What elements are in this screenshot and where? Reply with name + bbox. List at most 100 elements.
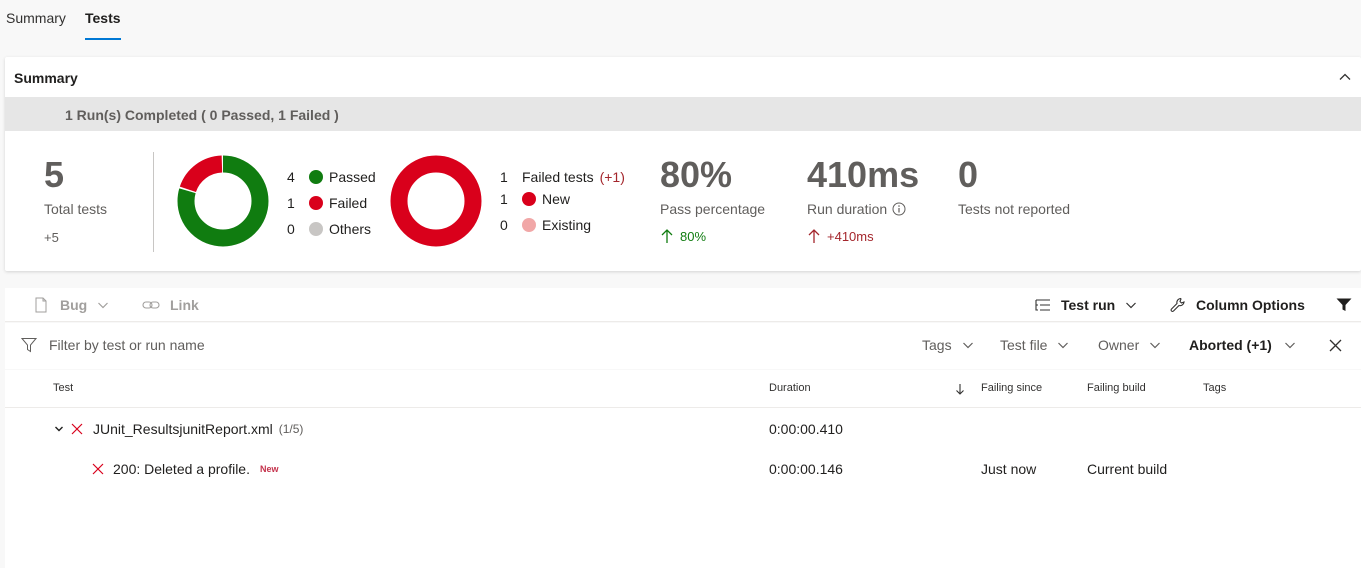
legend-failed: 1 Failed <box>287 195 367 211</box>
pass-percentage-delta: 80% <box>680 228 707 244</box>
document-icon <box>35 297 47 313</box>
chevron-up-icon <box>1339 73 1351 80</box>
failed-dot-icon <box>309 196 323 210</box>
link-label: Link <box>170 297 199 313</box>
bug-label: Bug <box>60 297 88 313</box>
collapse-button[interactable] <box>1335 67 1355 87</box>
page-tabs: Summary Tests <box>0 0 1361 44</box>
total-tests-value: 5 <box>44 154 65 195</box>
filter-solid-icon <box>1336 298 1352 311</box>
sort-descending-icon-wrap[interactable] <box>955 383 965 395</box>
chevron-down-icon <box>962 342 973 349</box>
failed-count: 1 <box>287 195 295 211</box>
wrench-icon <box>1170 297 1185 312</box>
table-row[interactable]: 200: Deleted a profile. New <box>92 461 279 477</box>
outcome-filter-dropdown[interactable]: Aborted (+1) <box>1189 337 1296 353</box>
test-results-table: Test Duration Failing since Failing buil… <box>5 370 1361 568</box>
existing-label: Existing <box>542 217 592 233</box>
not-reported-value: 0 <box>958 154 979 195</box>
chevron-down-icon <box>1058 342 1069 349</box>
results-toolbar: Bug Link Test run Column Options <box>5 288 1361 322</box>
test-duration: 0:00:00.146 <box>769 461 843 477</box>
column-options-label: Column Options <box>1196 297 1305 313</box>
chevron-down-icon <box>1126 302 1137 309</box>
active-tab-indicator <box>85 38 121 40</box>
run-duration-value: 410ms <box>807 154 920 195</box>
test-run-dropdown[interactable]: Test run <box>1035 297 1137 313</box>
chevron-down-icon <box>1284 342 1295 349</box>
run-duration-delta-group: +410ms <box>807 228 874 244</box>
group-count: (1/5) <box>278 422 304 436</box>
table-group-row[interactable]: JUnit_ResultsjunitReport.xml (1/5) <box>54 421 303 437</box>
column-header-failing-since[interactable]: Failing since <box>981 382 1042 394</box>
test-failing-build: Current build <box>1087 461 1168 477</box>
legend-passed: 4 Passed <box>287 169 376 185</box>
column-options-button[interactable]: Column Options <box>1170 297 1305 313</box>
new-count: 1 <box>500 191 508 207</box>
filter-search-input[interactable]: Filter by test or run name <box>21 337 205 353</box>
filter-search-placeholder: Filter by test or run name <box>49 337 205 353</box>
link-icon <box>142 301 160 309</box>
legend-failed-tests: 1 Failed tests (+1) <box>500 169 625 185</box>
total-tests-delta: +5 <box>44 230 59 245</box>
tags-filter-dropdown[interactable]: Tags <box>922 337 974 353</box>
passed-label: Passed <box>329 169 376 185</box>
clear-filters-button[interactable] <box>1329 339 1342 352</box>
others-dot-icon <box>309 222 323 236</box>
test-file-filter-label: Test file <box>1000 337 1048 353</box>
column-header-tags[interactable]: Tags <box>1203 382 1226 394</box>
run-status-banner: 1 Run(s) Completed ( 0 Passed, 1 Failed … <box>5 97 1361 131</box>
donut-segment-new <box>390 155 482 247</box>
run-duration-label: Run duration <box>807 201 888 217</box>
filter-bar: Filter by test or run name Tags Test fil… <box>5 323 1361 369</box>
column-header-duration[interactable]: Duration <box>769 382 811 394</box>
arrow-down-icon <box>956 384 964 395</box>
existing-dot-icon <box>522 218 536 232</box>
close-icon <box>1329 339 1342 352</box>
table-header-divider <box>5 407 1361 408</box>
tags-filter-label: Tags <box>922 337 952 353</box>
failed-label: Failed <box>329 195 368 211</box>
chevron-down-icon <box>1150 342 1161 349</box>
filter-toggle-button[interactable] <box>1336 298 1352 312</box>
owner-filter-label: Owner <box>1098 337 1140 353</box>
new-badge: New <box>259 464 279 474</box>
new-dot-icon <box>522 192 536 206</box>
summary-card: Summary 1 Run(s) Completed ( 0 Passed, 1… <box>5 57 1361 271</box>
group-by-icon <box>1035 299 1050 311</box>
test-file-filter-dropdown[interactable]: Test file <box>1000 337 1069 353</box>
bug-button[interactable]: Bug <box>34 297 109 313</box>
others-count: 0 <box>287 221 295 237</box>
info-icon[interactable] <box>892 202 906 216</box>
total-tests-label: Total tests <box>44 201 108 217</box>
not-reported-label: Tests not reported <box>958 201 1071 217</box>
failed-tests-count: 1 <box>500 169 508 185</box>
failed-x-icon <box>71 423 83 435</box>
existing-count: 0 <box>500 217 508 233</box>
passed-dot-icon <box>309 170 323 184</box>
passed-count: 4 <box>287 169 295 185</box>
summary-title: Summary <box>14 70 78 86</box>
owner-filter-dropdown[interactable]: Owner <box>1098 337 1161 353</box>
failed-x-icon <box>92 463 104 475</box>
tab-tests[interactable]: Tests <box>85 10 121 26</box>
legend-existing: 0 Existing <box>500 217 591 233</box>
pass-percentage-delta-group: 80% <box>660 228 706 244</box>
legend-others: 0 Others <box>287 221 371 237</box>
link-button[interactable]: Link <box>142 297 199 313</box>
outcome-donut-chart <box>177 155 269 247</box>
filter-icon <box>21 338 37 353</box>
failed-tests-donut-chart <box>390 155 482 247</box>
new-label: New <box>542 191 571 207</box>
arrow-up-icon <box>661 229 673 243</box>
summary-divider <box>153 152 154 252</box>
run-duration-label-group: Run duration <box>807 201 906 217</box>
tab-summary[interactable]: Summary <box>6 10 66 26</box>
others-label: Others <box>329 221 372 237</box>
chevron-down-icon[interactable] <box>54 424 64 434</box>
run-status-text: 1 Run(s) Completed ( 0 Passed, 1 Failed … <box>65 107 339 123</box>
pass-percentage-label: Pass percentage <box>660 201 766 217</box>
column-header-failing-build[interactable]: Failing build <box>1087 382 1146 394</box>
column-header-test[interactable]: Test <box>53 382 73 394</box>
group-name: JUnit_ResultsjunitReport.xml <box>93 421 273 437</box>
